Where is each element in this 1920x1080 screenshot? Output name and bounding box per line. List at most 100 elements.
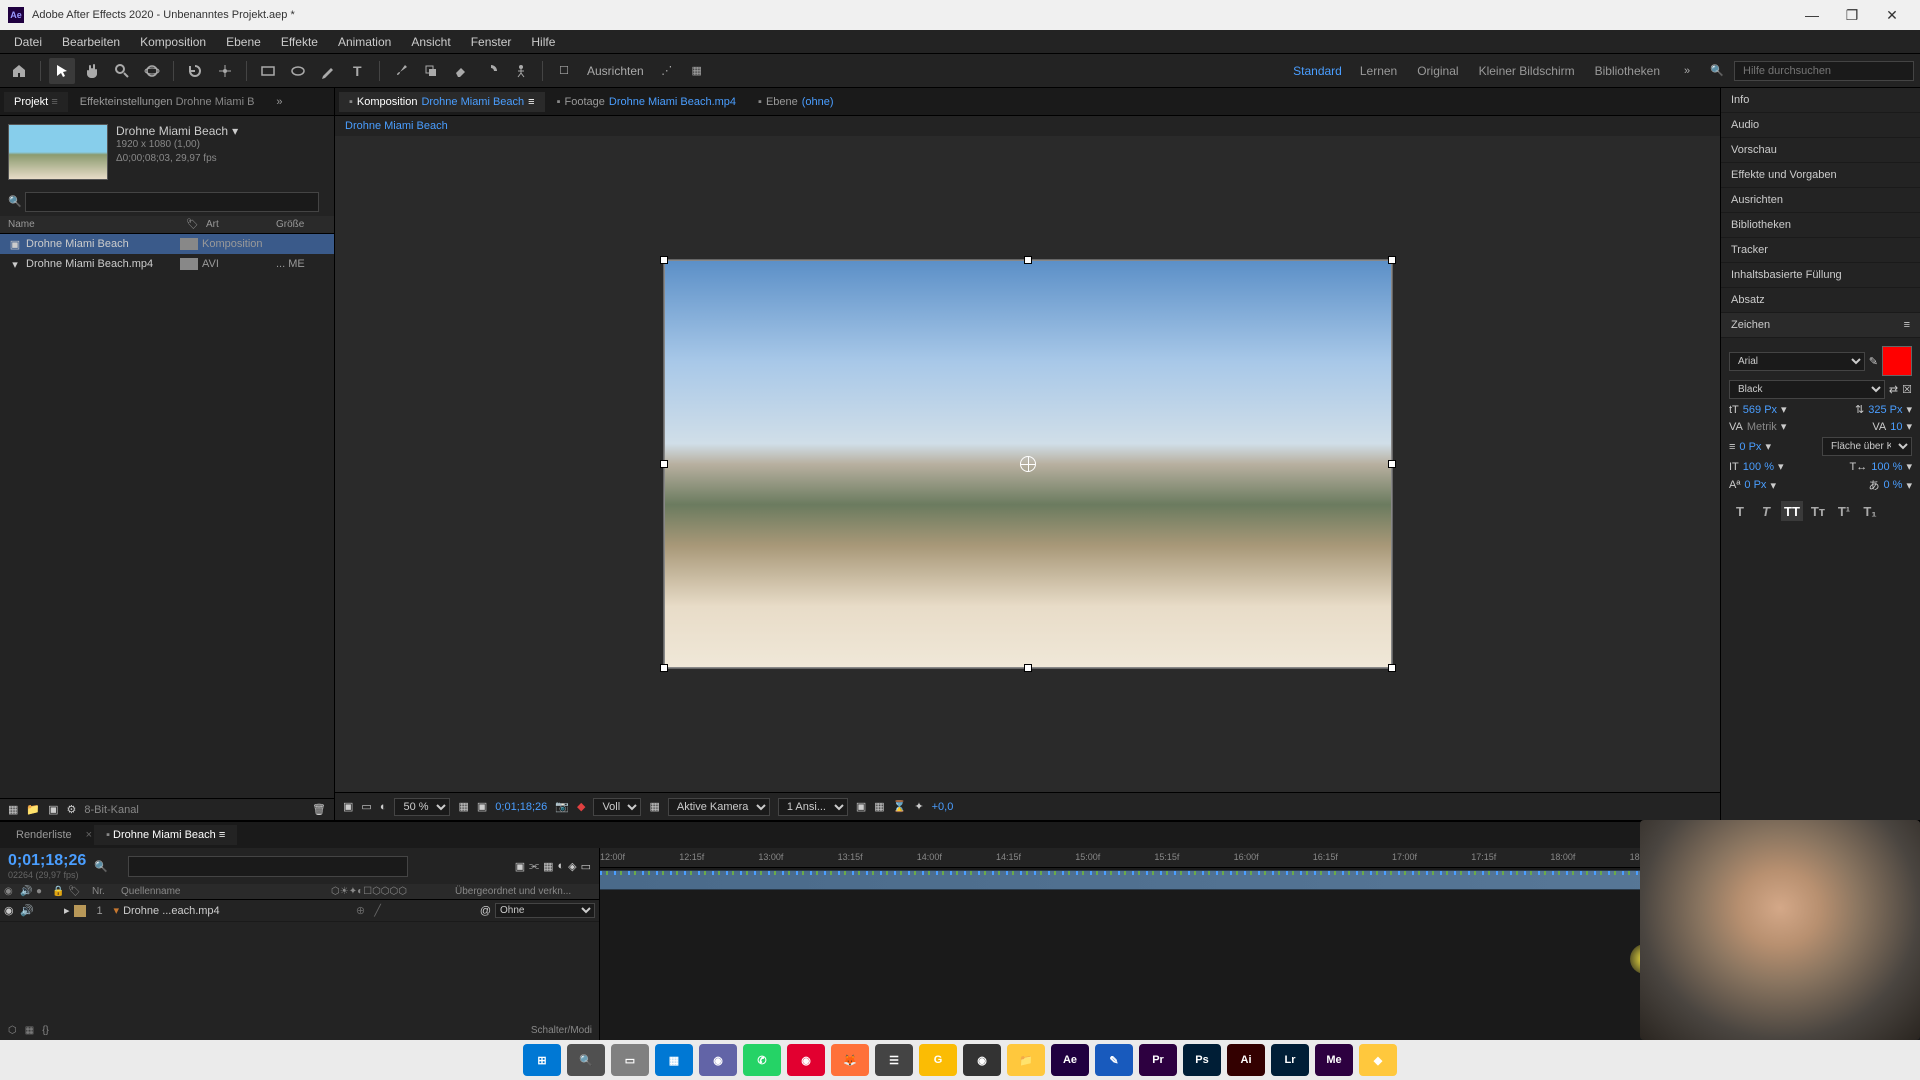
- panel-bibliotheken[interactable]: Bibliotheken: [1721, 213, 1920, 238]
- workspace-bibliotheken[interactable]: Bibliotheken: [1595, 64, 1660, 78]
- bit-depth[interactable]: 8-Bit-Kanal: [84, 804, 138, 816]
- workspace-standard[interactable]: Standard: [1293, 64, 1342, 78]
- snap-options-icon[interactable]: ⋰: [654, 58, 680, 84]
- alpha-toggle-icon[interactable]: ▣: [343, 800, 353, 813]
- menu-datei[interactable]: Datei: [4, 31, 52, 53]
- zoom-tool[interactable]: [109, 58, 135, 84]
- kerning[interactable]: Metrik: [1747, 421, 1777, 433]
- taskbar-app[interactable]: 📁: [1007, 1044, 1045, 1076]
- taskbar-app[interactable]: Lr: [1271, 1044, 1309, 1076]
- timeline-timecode[interactable]: 0;01;18;26: [8, 852, 86, 870]
- taskbar-app[interactable]: ▭: [611, 1044, 649, 1076]
- menu-bearbeiten[interactable]: Bearbeiten: [52, 31, 130, 53]
- audio-col-icon[interactable]: 🔊: [20, 886, 32, 897]
- zoom-select[interactable]: 50 %: [394, 798, 450, 816]
- panel-zeichen[interactable]: Zeichen≡: [1721, 313, 1920, 338]
- menu-animation[interactable]: Animation: [328, 31, 401, 53]
- taskbar-app[interactable]: Ai: [1227, 1044, 1265, 1076]
- fast-preview-icon[interactable]: ▦: [874, 800, 884, 813]
- rectangle-tool[interactable]: [255, 58, 281, 84]
- switches-modes-label[interactable]: Schalter/Modi: [531, 1025, 592, 1036]
- comp-thumbnail[interactable]: [8, 124, 108, 180]
- taskbar-app[interactable]: 🦊: [831, 1044, 869, 1076]
- viewer-canvas[interactable]: [663, 259, 1393, 669]
- font-family-select[interactable]: Arial: [1729, 352, 1865, 371]
- dropdown-icon[interactable]: ▾: [232, 124, 238, 138]
- col-type[interactable]: Art: [206, 219, 276, 230]
- camera-select[interactable]: Aktive Kamera: [668, 798, 770, 816]
- dropdown-icon[interactable]: ▾: [1906, 403, 1912, 416]
- trash-icon[interactable]: 🗑: [312, 803, 326, 816]
- panel-inhaltsbasierte-füllung[interactable]: Inhaltsbasierte Füllung: [1721, 263, 1920, 288]
- project-search-input[interactable]: [25, 192, 319, 212]
- menu-fenster[interactable]: Fenster: [461, 31, 522, 53]
- snap-grid-icon[interactable]: ▦: [684, 58, 710, 84]
- label-col-icon[interactable]: 🏷: [68, 886, 88, 897]
- taskbar-app[interactable]: ◆: [1359, 1044, 1397, 1076]
- taskbar-app[interactable]: ◉: [963, 1044, 1001, 1076]
- pen-tool[interactable]: [315, 58, 341, 84]
- orbit-tool[interactable]: [139, 58, 165, 84]
- timeline-search-input[interactable]: [128, 856, 408, 877]
- snap-checkbox[interactable]: ☐: [551, 58, 577, 84]
- dropdown-icon[interactable]: ▾: [1906, 420, 1912, 433]
- rotation-tool[interactable]: [182, 58, 208, 84]
- dropdown-icon[interactable]: ▾: [1906, 479, 1912, 492]
- tab-overflow-icon[interactable]: »: [266, 92, 292, 112]
- transform-handle[interactable]: [1388, 664, 1396, 672]
- new-comp-icon[interactable]: ▣: [48, 803, 58, 816]
- transform-handle[interactable]: [660, 256, 668, 264]
- taskbar-app[interactable]: Ps: [1183, 1044, 1221, 1076]
- parent-select[interactable]: Ohne: [495, 903, 595, 918]
- subscript-icon[interactable]: T₁: [1859, 501, 1881, 521]
- switches-cols[interactable]: ⬡☀✦◐☐⬡⬡⬡⬡: [331, 886, 451, 897]
- taskbar-app[interactable]: Ae: [1051, 1044, 1089, 1076]
- taskbar-app[interactable]: ▦: [655, 1044, 693, 1076]
- type-tool[interactable]: T: [345, 58, 371, 84]
- leading[interactable]: 325 Px: [1868, 404, 1902, 416]
- taskbar-app[interactable]: ◉: [787, 1044, 825, 1076]
- brainstorm-icon[interactable]: ◈: [568, 860, 576, 873]
- project-item[interactable]: ▣Drohne Miami Beach Komposition: [0, 234, 334, 254]
- tsume[interactable]: 0 %: [1884, 479, 1903, 491]
- transform-handle[interactable]: [1024, 256, 1032, 264]
- transform-handle[interactable]: [1024, 664, 1032, 672]
- brush-tool[interactable]: [388, 58, 414, 84]
- dropdown-icon[interactable]: ▾: [1765, 440, 1771, 453]
- res-select[interactable]: Voll: [593, 798, 641, 816]
- shy-icon[interactable]: ▭: [581, 860, 591, 873]
- ellipse-tool[interactable]: [285, 58, 311, 84]
- col-size[interactable]: Größe: [276, 219, 326, 230]
- flowchart-icon[interactable]: ✦: [914, 800, 923, 813]
- pixel-aspect-icon[interactable]: ▣: [856, 800, 866, 813]
- bold-icon[interactable]: T: [1729, 501, 1751, 521]
- hscale[interactable]: 100 %: [1871, 461, 1902, 473]
- timeline-icon[interactable]: ⌛: [893, 800, 907, 813]
- dropdown-icon[interactable]: ▾: [1770, 479, 1776, 492]
- taskbar-app[interactable]: Me: [1315, 1044, 1353, 1076]
- panel-info[interactable]: Info: [1721, 88, 1920, 113]
- solo-col-icon[interactable]: ●: [36, 886, 48, 897]
- effect-controls-tab[interactable]: Effekteinstellungen Drohne Miami B: [70, 92, 265, 112]
- transparent-bg-icon[interactable]: ▦: [649, 800, 659, 813]
- panel-audio[interactable]: Audio: [1721, 113, 1920, 138]
- eye-col-icon[interactable]: ◉: [4, 886, 16, 897]
- panel-menu-icon[interactable]: ≡: [1904, 319, 1910, 331]
- comp-name[interactable]: Drohne Miami Beach ▾: [116, 124, 326, 138]
- color-icon[interactable]: ◆: [577, 800, 585, 813]
- layer-switches[interactable]: ⊕ ╱: [356, 904, 476, 917]
- views-select[interactable]: 1 Ansi...: [778, 798, 848, 816]
- label-swatch[interactable]: [180, 258, 198, 270]
- source-col[interactable]: Quellenname: [121, 886, 327, 897]
- label-swatch[interactable]: [180, 238, 198, 250]
- label-col-icon[interactable]: 🏷: [186, 219, 206, 230]
- timeline-layer-row[interactable]: ◉ 🔊 ▸ 1 ▾ Drohne ...each.mp4 ⊕ ╱ @ Ohne: [0, 900, 599, 922]
- label-color[interactable]: [74, 905, 86, 917]
- graph-icon[interactable]: ⫘: [529, 860, 539, 873]
- vscale[interactable]: 100 %: [1743, 461, 1774, 473]
- maximize-button[interactable]: ❐: [1832, 1, 1872, 29]
- panel-effekte-und-vorgaben[interactable]: Effekte und Vorgaben: [1721, 163, 1920, 188]
- taskbar-app[interactable]: Pr: [1139, 1044, 1177, 1076]
- toggle-switches-icon[interactable]: ⬡: [8, 1025, 17, 1036]
- dropdown-icon[interactable]: ▾: [1906, 460, 1912, 473]
